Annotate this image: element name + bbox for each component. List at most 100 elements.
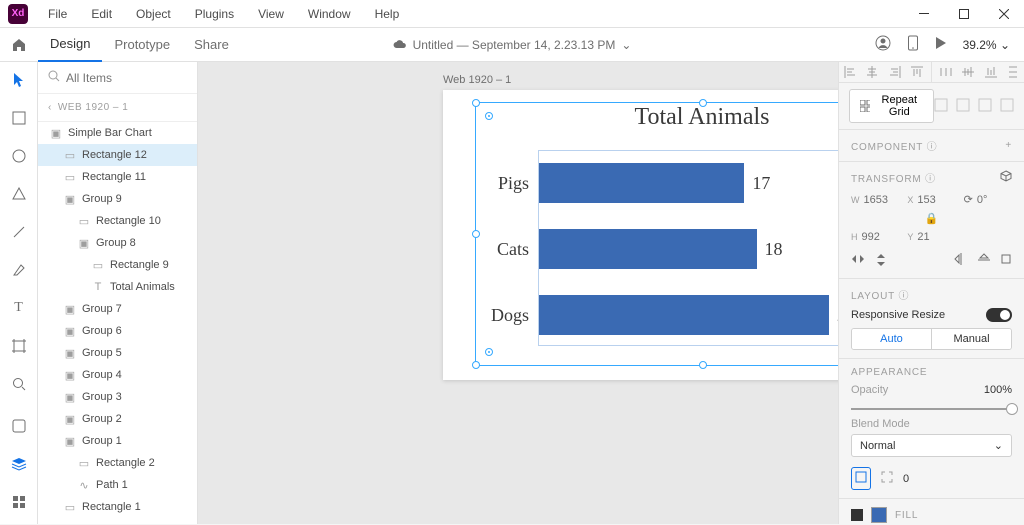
canvas[interactable]: Web 1920 – 1 Total Animals Pigs17Cats18D…	[198, 62, 838, 524]
opacity-slider[interactable]	[851, 408, 1012, 410]
corner-radius-field[interactable]: 0	[903, 473, 909, 485]
menu-file[interactable]: File	[36, 0, 79, 28]
align-left-icon[interactable]	[842, 64, 858, 80]
corner-independent-icon[interactable]	[881, 471, 893, 486]
rotate-handle-icon[interactable]	[484, 347, 494, 357]
opacity-value[interactable]: 100%	[984, 384, 1012, 396]
layer-row[interactable]: ▣Group 6	[38, 320, 197, 342]
rotation-field[interactable]: ⟳0°	[964, 193, 1012, 206]
layer-row[interactable]: ▭Rectangle 2	[38, 452, 197, 474]
info-icon[interactable]: ⓘ	[898, 291, 909, 302]
pen-tool[interactable]	[7, 258, 31, 282]
info-icon[interactable]: ⓘ	[927, 142, 938, 153]
layer-row[interactable]: ▭Rectangle 10	[38, 210, 197, 232]
menu-help[interactable]: Help	[363, 0, 412, 28]
layer-row[interactable]: ▣Group 9	[38, 188, 197, 210]
home-button[interactable]	[0, 38, 38, 52]
layer-row[interactable]: ▣Group 7	[38, 298, 197, 320]
tab-design[interactable]: Design	[38, 28, 102, 62]
align-bottom-icon[interactable]	[983, 64, 999, 80]
layer-row[interactable]: ▭Rectangle 11	[38, 166, 197, 188]
intersect-icon[interactable]	[978, 98, 992, 115]
layer-row[interactable]: ▣Group 4	[38, 364, 197, 386]
flip-v-icon2[interactable]	[978, 253, 990, 270]
layout-mode-segment[interactable]: Auto Manual	[851, 328, 1012, 350]
rectangle-tool[interactable]	[7, 106, 31, 130]
polygon-tool[interactable]	[7, 182, 31, 206]
tab-prototype[interactable]: Prototype	[102, 28, 182, 62]
maximize-button[interactable]	[944, 0, 984, 28]
auto-option[interactable]: Auto	[852, 329, 931, 349]
blend-select[interactable]: Normal⌄	[851, 434, 1012, 457]
tab-share[interactable]: Share	[182, 28, 241, 62]
repeat-grid-button[interactable]: Repeat Grid	[849, 89, 934, 123]
lock-icon[interactable]: 🔒	[851, 212, 1012, 225]
breadcrumb[interactable]: ‹ WEB 1920 – 1	[38, 94, 197, 122]
menu-object[interactable]: Object	[124, 0, 183, 28]
layer-row[interactable]: ∿Path 1	[38, 474, 197, 496]
fill-swatch[interactable]	[871, 507, 887, 523]
artboard[interactable]: Total Animals Pigs17Cats18Dogs24	[443, 90, 838, 380]
text-tool[interactable]: T	[7, 296, 31, 320]
layer-row[interactable]: TTotal Animals	[38, 276, 197, 298]
layer-row[interactable]: ▭Rectangle 1	[38, 496, 197, 518]
x-field[interactable]: X153	[907, 194, 955, 206]
exclude-icon[interactable]	[1000, 98, 1014, 115]
avatar-icon[interactable]	[875, 35, 891, 54]
rotate-handle-icon[interactable]	[484, 111, 494, 121]
layer-row[interactable]: ▭Rectangle 12	[38, 144, 197, 166]
cube-icon[interactable]	[1000, 170, 1012, 185]
artboard-tool[interactable]	[7, 334, 31, 358]
document-title[interactable]: Untitled — September 14, 2.23.13 PM ⌄	[393, 38, 632, 52]
ellipse-tool[interactable]	[7, 144, 31, 168]
back-icon[interactable]: ‹	[48, 102, 52, 113]
manual-option[interactable]: Manual	[931, 329, 1011, 349]
y-field[interactable]: Y21	[907, 231, 955, 243]
artboard-label[interactable]: Web 1920 – 1	[443, 74, 511, 86]
responsive-toggle[interactable]	[986, 308, 1012, 322]
search-input[interactable]	[66, 71, 198, 85]
flip-h-icon[interactable]	[851, 253, 865, 270]
zoom-level[interactable]: 39.2% ⌄	[963, 38, 1010, 52]
align-middle-icon[interactable]	[960, 64, 976, 80]
line-tool[interactable]	[7, 220, 31, 244]
flip-v-icon[interactable]	[875, 253, 887, 270]
distribute-v-icon[interactable]	[1005, 64, 1021, 80]
layer-row[interactable]: ▣Simple Bar Chart	[38, 122, 197, 144]
align-center-h-icon[interactable]	[864, 64, 880, 80]
assets-panel-icon[interactable]	[7, 414, 31, 438]
layer-row[interactable]: ▣Group 3	[38, 386, 197, 408]
info-icon[interactable]: ⓘ	[925, 174, 936, 185]
layer-row[interactable]: ▣Group 1	[38, 430, 197, 452]
width-field[interactable]: W1653	[851, 194, 899, 206]
play-icon[interactable]	[935, 36, 947, 53]
layer-row[interactable]: ▣Group 5	[38, 342, 197, 364]
align-top-icon[interactable]	[909, 64, 925, 80]
layers-panel-icon[interactable]	[7, 452, 31, 476]
add-icon[interactable]	[934, 98, 948, 115]
subtract-icon[interactable]	[956, 98, 970, 115]
align-right-icon[interactable]	[887, 64, 903, 80]
close-button[interactable]	[984, 0, 1024, 28]
layers-search[interactable]: ⌄	[38, 62, 197, 94]
layer-row[interactable]: ▣Group 8	[38, 232, 197, 254]
rotate-cw-icon[interactable]	[1000, 253, 1012, 270]
zoom-tool[interactable]	[7, 372, 31, 396]
mobile-preview-icon[interactable]	[907, 35, 919, 54]
layer-row[interactable]: ▣Group 2	[38, 408, 197, 430]
minimize-button[interactable]	[904, 0, 944, 28]
plugins-panel-icon[interactable]	[7, 490, 31, 514]
corner-same-icon[interactable]	[851, 467, 871, 490]
menu-edit[interactable]: Edit	[79, 0, 124, 28]
distribute-h-icon[interactable]	[938, 64, 954, 80]
plus-icon[interactable]: +	[1005, 140, 1012, 151]
flip-h-icon2[interactable]	[954, 253, 968, 270]
layer-row[interactable]: ▭Rectangle 9	[38, 254, 197, 276]
menu-view[interactable]: View	[246, 0, 296, 28]
menu-plugins[interactable]: Plugins	[183, 0, 246, 28]
fill-checkbox[interactable]	[851, 509, 863, 521]
menu-window[interactable]: Window	[296, 0, 363, 28]
cloud-icon	[393, 38, 407, 52]
select-tool[interactable]	[7, 68, 31, 92]
height-field[interactable]: H992	[851, 231, 899, 243]
